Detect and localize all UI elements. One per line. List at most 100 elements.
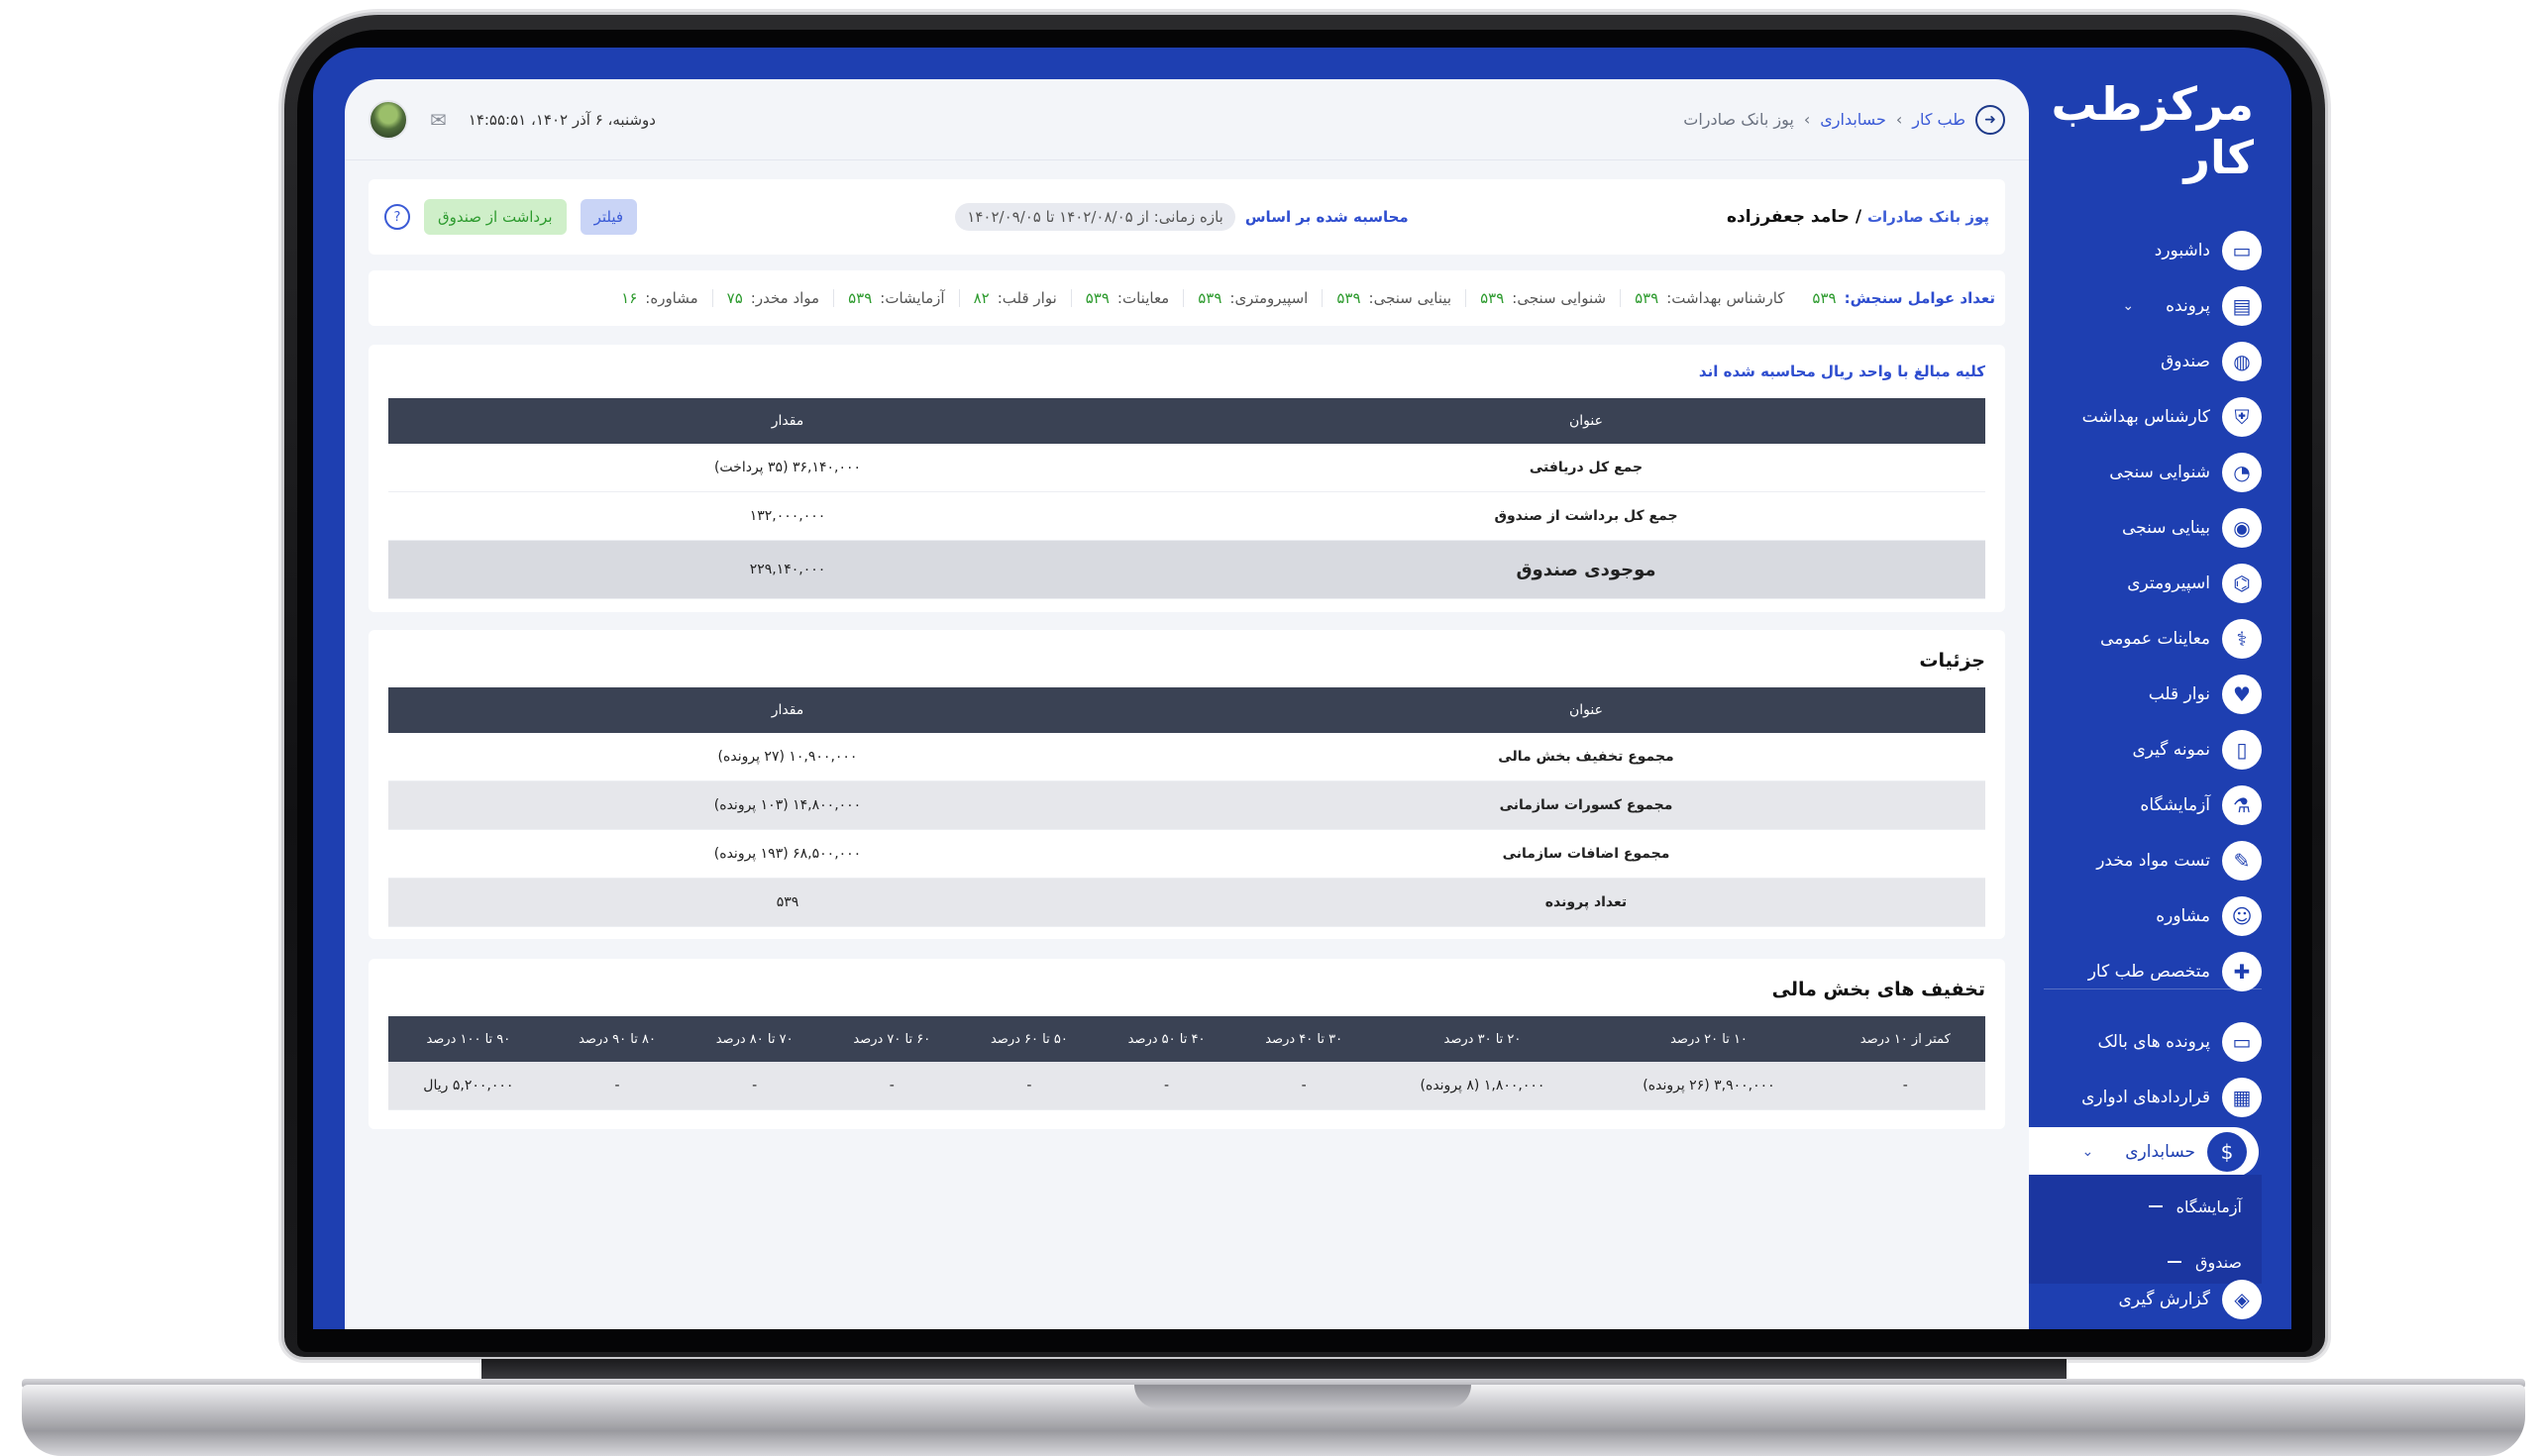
table-row: تعداد پرونده ۵۳۹	[388, 878, 1985, 927]
submenu-item-lab[interactable]: آزمایشگاه	[2064, 1187, 2262, 1226]
stat-item: آزمایشات: ۵۳۹	[833, 289, 959, 307]
sidebar-item-1[interactable]: ▤ پرونده ⌄	[2044, 282, 2262, 330]
stat-item: بینایی سنجی: ۵۳۹	[1322, 289, 1465, 307]
archive-icon: ▭	[2222, 1022, 2262, 1062]
sidebar-item-3[interactable]: ⛨ کارشناس بهداشت	[2044, 393, 2262, 441]
header-card: پوز بانک صادرات / حامد جعفرزاده محاسبه ش…	[369, 179, 2005, 255]
col-value: مقدار	[388, 687, 1187, 733]
sidebar-item-12[interactable]: ☺ مشاوره	[2044, 892, 2262, 940]
date-range: محاسبه شده بر اساس بازه زمانی: از ۱۴۰۲/۰…	[955, 203, 1409, 231]
sidebar-item-reports[interactable]: ◈ گزارش گیری	[2044, 1276, 2262, 1323]
discount-col-header: ۶۰ تا ۷۰ درصد	[822, 1016, 961, 1062]
sidebar-item-7[interactable]: ⚕ معاینات عمومی	[2044, 615, 2262, 663]
sidebar-item-secondary-1[interactable]: ▦ قراردادهای ادواری	[2044, 1074, 2262, 1121]
flask-icon: ⚗	[2222, 785, 2262, 825]
cash-icon: ◍	[2222, 342, 2262, 381]
sidebar-item-secondary-0[interactable]: ▭ پرونده های بالک	[2044, 1018, 2262, 1066]
stats-card: تعداد عوامل سنجش: ۵۳۹ کارشناس بهداشت: ۵۳۹…	[369, 270, 2005, 326]
table-row-total: موجودی صندوق ۲۲۹,۱۴۰,۰۰۰	[388, 540, 1985, 599]
row-title: تعداد پرونده	[1187, 878, 1985, 927]
discount-col-header: ۳۰ تا ۴۰ درصد	[1234, 1016, 1373, 1062]
sidebar-item-5[interactable]: ◉ بینایی سنجی	[2044, 504, 2262, 552]
eye-icon: ◉	[2222, 508, 2262, 548]
app-logo[interactable]: مرکزطب کار	[2034, 77, 2255, 184]
breadcrumb-home[interactable]: طب کار	[1912, 110, 1965, 129]
discount-col-header: ۲۰ تا ۳۰ درصد	[1372, 1016, 1593, 1062]
sidebar-item-accounting[interactable]: $ حسابداری ⌄	[2021, 1127, 2259, 1177]
folder-icon: ▤	[2222, 286, 2262, 326]
sidebar-item-label: نوار قلب	[2148, 684, 2210, 704]
stats-total: ۵۳۹	[1812, 289, 1837, 307]
dash-icon	[2148, 1205, 2163, 1207]
row-value: ۵۳۹	[388, 878, 1187, 927]
discount-cell: -	[548, 1062, 687, 1110]
layers-icon: ◈	[2222, 1280, 2262, 1319]
title-separator: /	[1855, 207, 1862, 227]
row-value: ۱۰,۹۰۰,۰۰۰ (۲۷ پرونده)	[388, 733, 1187, 781]
inbox-icon: ▭	[2222, 231, 2262, 270]
header-actions: فیلتر برداشت از صندوق ?	[384, 199, 638, 235]
datetime: دوشنبه، ۶ آذر ۱۴۰۲، ۱۴:۵۵:۵۱	[468, 110, 656, 129]
sidebar: مرکزطب کار ▭ داشبورد ▤ پرونده ⌄ ◍ صندوق ⛨ کارشنا…	[2021, 48, 2291, 1329]
sidebar-item-9[interactable]: ▯ نمونه گیری	[2044, 726, 2262, 774]
discounts-title: تخفیف های بخش مالی	[1771, 979, 1985, 1000]
summary-card: کلیه مبالغ با واحد ریال محاسبه شده اند ع…	[369, 345, 2005, 612]
stats-title-label: تعداد عوامل سنجش:	[1844, 289, 1995, 307]
total-value: ۲۲۹,۱۴۰,۰۰۰	[388, 540, 1187, 599]
user-name: حامد جعفرزاده	[1726, 207, 1850, 227]
breadcrumb-separator: ›	[1803, 110, 1811, 129]
discount-cell: -	[1825, 1062, 1985, 1110]
submenu-label: آزمایشگاه	[2176, 1196, 2242, 1216]
table-row: مجموع کسورات سازمانی ۱۴,۸۰۰,۰۰۰ (۱۰۳ پرو…	[388, 780, 1985, 830]
filter-button[interactable]: فیلتر	[580, 199, 638, 235]
sidebar-item-label: حسابداری	[2125, 1142, 2195, 1162]
syringe-icon: ✎	[2222, 841, 2262, 881]
table-row: جمع کل برداشت از صندوق ۱۳۲,۰۰۰,۰۰۰	[388, 491, 1985, 541]
breadcrumb-current: پوز بانک صادرات	[1683, 110, 1794, 129]
sidebar-item-2[interactable]: ◍ صندوق	[2044, 338, 2262, 385]
discounts-table: کمتر از ۱۰ درصد ۱۰ تا ۲۰ درصد ۲۰ تا ۳۰ درص…	[388, 1016, 1985, 1110]
discounts-card: تخفیف های بخش مالی کمتر از ۱۰ درصد ۱۰ تا …	[369, 959, 2005, 1129]
discount-cell: -	[1234, 1062, 1373, 1110]
lungs-icon: ⌬	[2222, 564, 2262, 603]
sidebar-item-label: قراردادهای ادواری	[2081, 1088, 2210, 1107]
sidebar-item-6[interactable]: ⌬ اسپیرومتری	[2044, 560, 2262, 607]
sidebar-item-0[interactable]: ▭ داشبورد	[2044, 227, 2262, 274]
avatar[interactable]	[369, 99, 408, 140]
row-value: ۳۶,۱۴۰,۰۰۰ (۳۵ پرداخت)	[388, 444, 1187, 492]
sidebar-item-label: تست مواد مخدر	[2096, 851, 2210, 871]
pos-link[interactable]: پوز بانک صادرات	[1867, 208, 1989, 226]
calc-basis-label: محاسبه شده بر اساس	[1244, 208, 1409, 226]
stat-value: ۵۳۹	[1085, 289, 1110, 307]
discount-cell: -	[1098, 1062, 1235, 1110]
sidebar-item-label: اسپیرومتری	[2127, 573, 2210, 593]
withdraw-button[interactable]: برداشت از صندوق	[424, 199, 567, 235]
sidebar-item-8[interactable]: ♥ نوار قلب	[2044, 671, 2262, 718]
discount-col-header: ۴۰ تا ۵۰ درصد	[1098, 1016, 1235, 1062]
col-value: مقدار	[388, 398, 1187, 444]
sidebar-item-4[interactable]: ◔ شنوایی سنجی	[2044, 449, 2262, 496]
sidebar-item-11[interactable]: ✎ تست مواد مخدر	[2044, 837, 2262, 884]
discount-col-header: ۱۰ تا ۲۰ درصد	[1592, 1016, 1826, 1062]
details-title: جزئیات	[1919, 650, 1985, 672]
sidebar-item-label: صندوق	[2161, 352, 2210, 371]
doctor-icon: ✚	[2222, 952, 2262, 991]
counselor-icon: ☺	[2222, 896, 2262, 936]
discount-cell: -	[686, 1062, 823, 1110]
arrow-right-circle-icon[interactable]: ➜	[1975, 104, 2005, 135]
sidebar-item-10[interactable]: ⚗ آزمایشگاه	[2044, 781, 2262, 829]
col-title: عنوان	[1187, 687, 1985, 733]
sidebar-item-label: پرونده	[2166, 296, 2210, 316]
breadcrumb-accounting[interactable]: حسابداری	[1820, 110, 1886, 129]
breadcrumb: ➜ طب کار › حسابداری › پوز بانک صادرات	[1683, 104, 2005, 135]
help-icon[interactable]: ?	[384, 204, 410, 230]
stats-title: تعداد عوامل سنجش: ۵۳۹	[1798, 289, 1995, 307]
discount-col-header: ۵۰ تا ۶۰ درصد	[960, 1016, 1099, 1062]
stat-item: شنوایی سنجی: ۵۳۹	[1465, 289, 1620, 307]
stat-label: اسپیرومتری:	[1229, 289, 1309, 307]
table-row: -۳,۹۰۰,۰۰۰ (۲۶ پرونده) ۱,۸۰۰,۰۰۰ (۸ پروند…	[388, 1062, 1985, 1110]
mail-icon[interactable]: ✉	[430, 108, 447, 132]
sidebar-item-label: بینایی سنجی	[2122, 518, 2210, 538]
stat-value: ۸۲	[973, 289, 990, 307]
row-value: ۶۸,۵۰۰,۰۰۰ (۱۹۳ پرونده)	[388, 829, 1187, 879]
